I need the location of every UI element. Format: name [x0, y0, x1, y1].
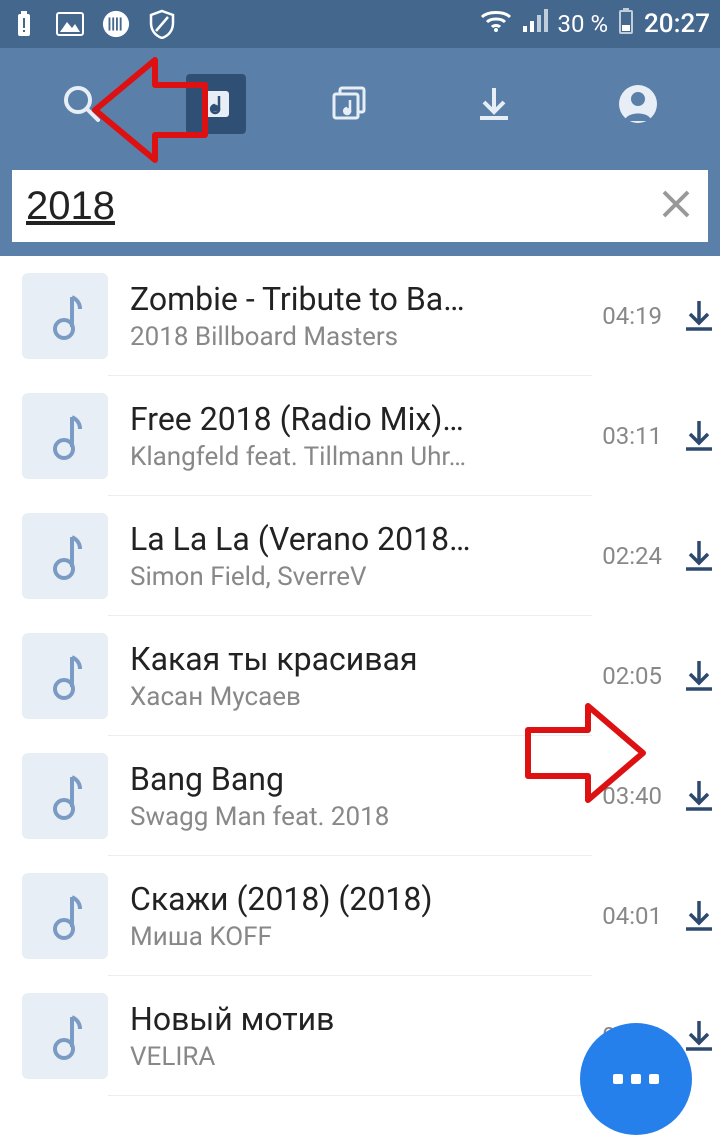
track-artist: Swagg Man feat. 2018 [130, 802, 582, 832]
download-button[interactable] [682, 539, 716, 573]
track-title: Free 2018 (Radio Mix)… [130, 400, 582, 438]
track-row[interactable]: Free 2018 (Radio Mix)… Klangfeld feat. T… [0, 376, 720, 496]
track-thumb [22, 873, 108, 959]
library-tab[interactable] [310, 64, 390, 144]
annotation-arrow-left [85, 50, 215, 174]
download-button[interactable] [682, 419, 716, 453]
track-artist: VELIRA [130, 1042, 582, 1072]
clear-search-button[interactable] [658, 186, 694, 226]
track-title: Новый мотив [130, 1000, 582, 1038]
track-title: Скажи (2018) (2018) [130, 880, 582, 918]
track-duration: 02:24 [592, 542, 662, 570]
track-duration: 04:01 [592, 902, 662, 930]
status-bar: 30 % 20:27 [0, 0, 720, 48]
more-icon [613, 1074, 659, 1084]
track-duration: 02:05 [592, 662, 662, 690]
profile-tab[interactable] [598, 64, 678, 144]
track-artist: 2018 Billboard Masters [130, 322, 582, 352]
download-button[interactable] [682, 779, 716, 813]
track-thumb [22, 993, 108, 1079]
picture-icon [56, 10, 84, 38]
track-thumb [22, 393, 108, 479]
track-artist: Simon Field, SverreV [130, 562, 582, 592]
battery-alert-icon [10, 10, 38, 38]
track-duration: 04:19 [592, 302, 662, 330]
download-button[interactable] [682, 299, 716, 333]
track-thumb [22, 753, 108, 839]
track-row[interactable]: La La La (Verano 2018… Simon Field, Sver… [0, 496, 720, 616]
track-list: Zombie - Tribute to Ba… 2018 Billboard M… [0, 256, 720, 1096]
track-title: Bang Bang [130, 760, 582, 798]
track-thumb [22, 633, 108, 719]
barcode-icon [102, 10, 130, 38]
track-thumb [22, 513, 108, 599]
download-button[interactable] [682, 899, 716, 933]
fab-more-button[interactable] [580, 1023, 692, 1135]
battery-icon [618, 7, 634, 41]
download-button[interactable] [682, 1019, 716, 1053]
signal-icon [522, 9, 548, 39]
track-title: Zombie - Tribute to Ba… [130, 280, 582, 318]
shield-icon [148, 10, 176, 38]
track-row[interactable]: Zombie - Tribute to Ba… 2018 Billboard M… [0, 256, 720, 376]
track-thumb [22, 273, 108, 359]
track-artist: Klangfeld feat. Tillmann Uhr… [130, 442, 582, 472]
track-title: La La La (Verano 2018… [130, 520, 582, 558]
downloads-tab[interactable] [454, 64, 534, 144]
track-duration: 03:11 [592, 422, 662, 450]
download-button[interactable] [682, 659, 716, 693]
annotation-arrow-right [518, 698, 648, 812]
track-artist: Миша KOFF [130, 922, 582, 952]
track-artist: Хасан Мусаев [130, 682, 582, 712]
track-title: Какая ты красивая [130, 640, 582, 678]
search-box [12, 170, 708, 242]
track-row[interactable]: Скажи (2018) (2018) Миша KOFF 04:01 [0, 856, 720, 976]
wifi-icon [480, 9, 512, 39]
search-bar-container [0, 160, 720, 256]
search-input[interactable] [26, 184, 658, 229]
clock-text: 20:27 [644, 9, 710, 39]
battery-percent-text: 30 % [558, 10, 609, 38]
